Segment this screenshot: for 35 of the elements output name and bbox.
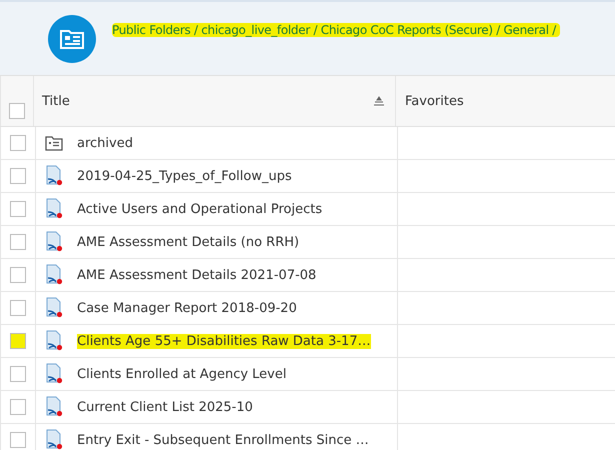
report-icon (44, 231, 64, 253)
sort-icon[interactable] (373, 96, 385, 106)
folder-icon (48, 14, 96, 62)
row-checkbox[interactable] (10, 234, 26, 250)
row-checkbox[interactable] (10, 168, 26, 184)
row-checkbox[interactable] (10, 399, 26, 415)
breadcrumb[interactable]: Public Folders / chicago_live_folder / Chicago CoC Reports (Secure) / General / (112, 23, 560, 37)
row-checkbox[interactable] (10, 135, 26, 151)
report-title[interactable]: archived (77, 136, 133, 150)
report-icon (44, 330, 64, 352)
report-icon (44, 165, 64, 187)
row-checkbox[interactable] (10, 333, 26, 349)
row-checkbox[interactable] (10, 366, 26, 382)
report-icon (44, 264, 64, 286)
row-checkbox[interactable] (10, 201, 26, 217)
report-icon (44, 363, 64, 385)
report-icon (44, 198, 64, 220)
report-title[interactable]: Entry Exit - Subsequent Enrollments Since … (77, 432, 369, 448)
row-checkbox[interactable] (10, 432, 26, 448)
report-title[interactable]: Active Users and Operational Projects (77, 202, 322, 216)
column-header[interactable]: Title (42, 94, 70, 108)
report-title[interactable]: AME Assessment Details 2021-07-08 (77, 268, 316, 282)
row-checkbox[interactable] (10, 300, 26, 316)
column-header[interactable]: Favorites (405, 94, 464, 108)
report-title[interactable]: 2019-04-25_Types_of_Follow_ups (77, 168, 292, 184)
report-title[interactable]: Clients Age 55+ Disabilities Raw Data 3-17… (77, 334, 371, 348)
report-title[interactable]: Clients Enrolled at Agency Level (77, 366, 286, 382)
report-title[interactable]: Current Client List 2025-10 (77, 400, 253, 414)
report-icon (44, 396, 64, 418)
report-icon (44, 429, 64, 450)
report-title[interactable]: AME Assessment Details (no RRH) (77, 234, 300, 250)
report-icon (44, 297, 64, 319)
row-checkbox[interactable] (10, 267, 26, 283)
select-all-checkbox[interactable] (9, 103, 25, 119)
report-title[interactable]: Case Manager Report 2018-09-20 (77, 300, 297, 316)
